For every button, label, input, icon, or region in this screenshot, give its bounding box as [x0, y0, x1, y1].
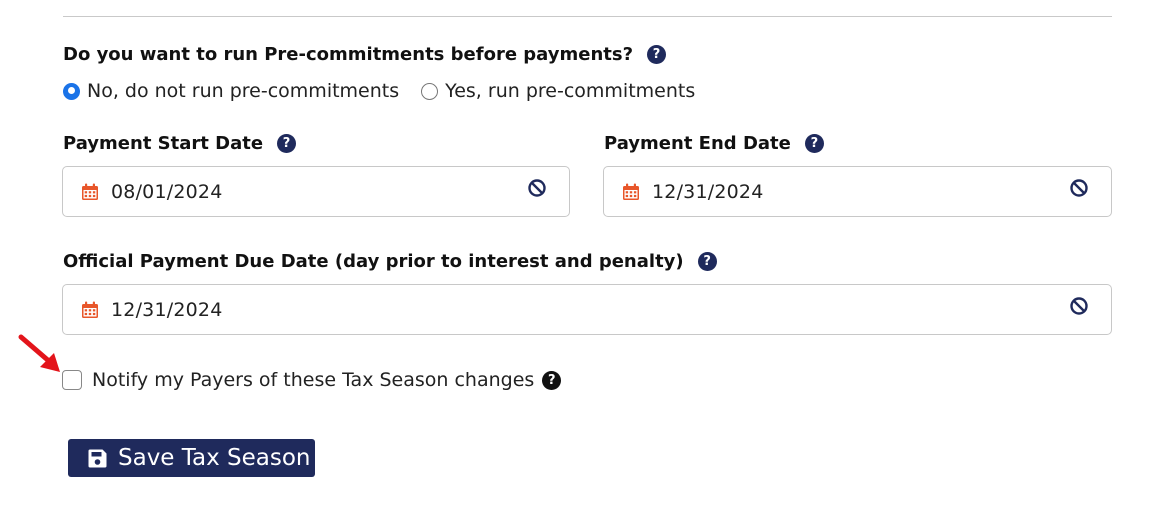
payment-start-input[interactable]: 08/01/2024	[62, 166, 570, 217]
save-tax-season-button[interactable]: Save Tax Season	[68, 439, 315, 477]
ban-icon[interactable]	[527, 178, 547, 198]
calendar-icon	[623, 183, 639, 200]
official-due-label: Official Payment Due Date (day prior to …	[63, 251, 717, 272]
official-due-label-text: Official Payment Due Date (day prior to …	[63, 251, 684, 272]
floppy-disk-icon	[88, 449, 107, 467]
precommit-question: Do you want to run Pre-commitments befor…	[63, 44, 667, 65]
notify-payers-label[interactable]: Notify my Payers of these Tax Season cha…	[92, 369, 534, 391]
payment-end-input[interactable]: 12/31/2024	[603, 166, 1112, 217]
calendar-icon	[82, 183, 98, 200]
notify-payers-row[interactable]: Notify my Payers of these Tax Season cha…	[62, 369, 562, 391]
official-due-value[interactable]: 12/31/2024	[111, 299, 223, 321]
ban-icon[interactable]	[1069, 178, 1089, 198]
question-circle-icon[interactable]: ?	[697, 252, 717, 271]
question-circle-icon[interactable]: ?	[804, 134, 824, 153]
radio-option-yes[interactable]: Yes, run pre-commitments	[421, 80, 695, 102]
precommit-radio-group: No, do not run pre-commitments Yes, run …	[63, 80, 695, 102]
payment-start-value[interactable]: 08/01/2024	[111, 181, 223, 203]
question-circle-icon[interactable]: ?	[542, 370, 562, 390]
question-circle-icon[interactable]: ?	[277, 134, 297, 153]
payment-start-label-text: Payment Start Date	[63, 133, 264, 154]
radio-no-label[interactable]: No, do not run pre-commitments	[87, 80, 399, 102]
ban-icon[interactable]	[1069, 296, 1089, 316]
calendar-icon	[82, 301, 98, 318]
payment-end-label-text: Payment End Date	[604, 133, 791, 154]
radio-yes-label[interactable]: Yes, run pre-commitments	[445, 80, 695, 102]
official-due-input[interactable]: 12/31/2024	[62, 284, 1112, 335]
radio-option-no[interactable]: No, do not run pre-commitments	[63, 80, 399, 102]
payment-end-value[interactable]: 12/31/2024	[652, 181, 764, 203]
save-tax-season-label[interactable]: Save Tax Season	[118, 445, 311, 471]
red-arrow-icon	[18, 334, 60, 372]
payment-end-label: Payment End Date ?	[604, 133, 824, 154]
question-circle-icon[interactable]: ?	[647, 45, 667, 64]
precommit-question-text: Do you want to run Pre-commitments befor…	[63, 44, 634, 65]
payment-start-label: Payment Start Date ?	[63, 133, 297, 154]
radio-no-button[interactable]	[63, 82, 80, 100]
notify-payers-checkbox[interactable]	[62, 370, 82, 390]
top-divider	[63, 16, 1112, 17]
radio-yes-button[interactable]	[421, 82, 439, 100]
